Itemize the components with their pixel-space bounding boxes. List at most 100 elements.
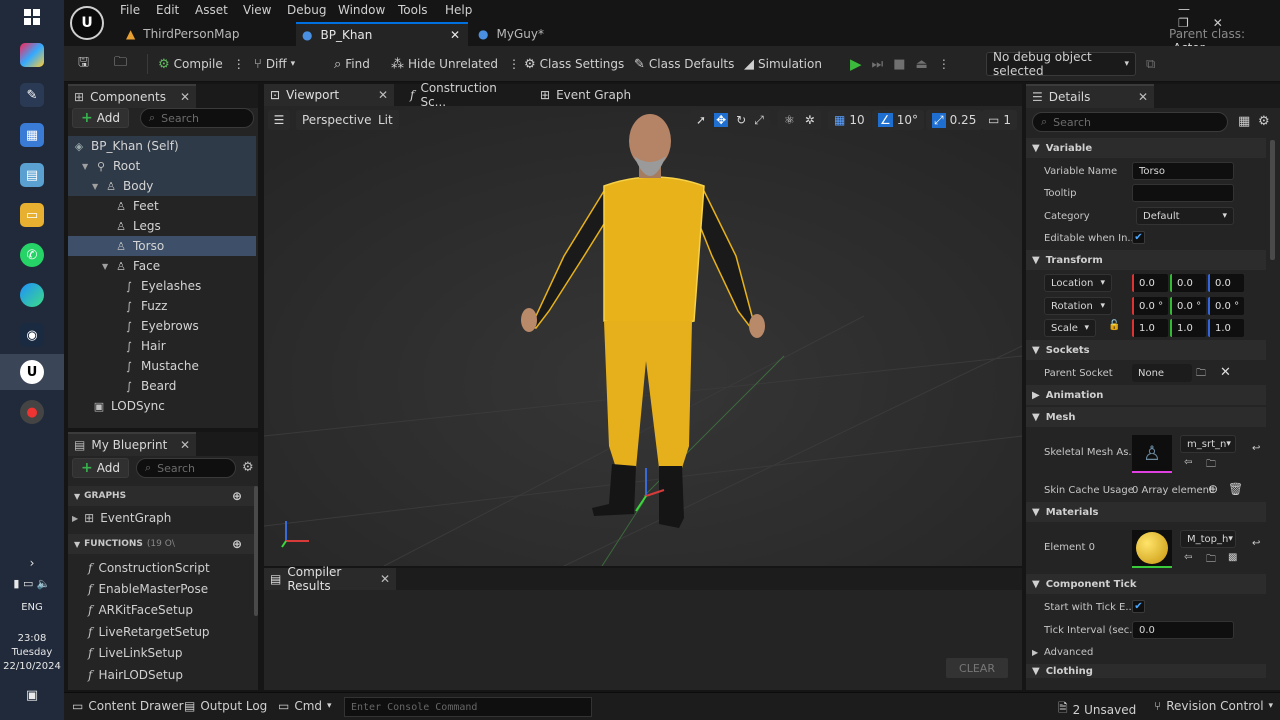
browse-socket-icon[interactable]: 🗀 bbox=[1196, 366, 1206, 383]
move-tool-icon[interactable]: ✥ bbox=[714, 113, 729, 127]
calculator-icon[interactable]: ▦ bbox=[20, 123, 44, 147]
location-y[interactable]: 0.0 bbox=[1170, 274, 1206, 292]
category-sockets[interactable]: ▼ Sockets bbox=[1026, 340, 1266, 360]
tree-item-body[interactable]: ▼ ♙ Body bbox=[68, 176, 256, 196]
location-dropdown[interactable]: Location ▾ bbox=[1044, 274, 1112, 292]
material-thumbnail[interactable] bbox=[1132, 530, 1172, 568]
class-settings-button[interactable]: ⚙ Class Settings bbox=[524, 54, 624, 74]
unsaved-button[interactable]: 🗎 2 Unsaved bbox=[1058, 699, 1136, 720]
play-icon[interactable]: ▶ bbox=[850, 55, 862, 73]
revision-control-button[interactable]: ⑂ Revision Control ▾ bbox=[1154, 699, 1273, 713]
lit-button[interactable]: Lit bbox=[372, 110, 399, 130]
paint-icon[interactable]: ✎ bbox=[20, 83, 44, 107]
add-circle-icon[interactable]: ⊕ bbox=[1208, 482, 1218, 496]
close-icon[interactable]: ✕ bbox=[180, 90, 190, 104]
clear-icon[interactable]: ✕ bbox=[1220, 365, 1231, 380]
material-dropdown[interactable]: M_top_h ▾ bbox=[1180, 530, 1236, 548]
hide-unrelated-button[interactable]: ⁂ Hide Unrelated ⋮ bbox=[391, 54, 520, 74]
start-tick-checkbox[interactable]: ✔ bbox=[1132, 600, 1145, 613]
find-button[interactable]: ⌕ Find bbox=[334, 54, 370, 74]
table-view-icon[interactable]: ▦ bbox=[1238, 114, 1250, 129]
rotation-dropdown[interactable]: Rotation ▾ bbox=[1044, 297, 1112, 315]
close-icon[interactable]: ✕ bbox=[450, 28, 460, 42]
language-indicator[interactable]: ENG bbox=[0, 602, 64, 613]
menu-window[interactable]: Window bbox=[338, 3, 385, 17]
show-hidden-icons-chevron[interactable]: › bbox=[0, 556, 64, 570]
lock-icon[interactable]: 🔓 bbox=[1108, 320, 1120, 331]
components-add-button[interactable]: + Add bbox=[72, 108, 129, 128]
components-tab[interactable]: ⊞ Components ✕ bbox=[68, 84, 196, 108]
my-blueprint-tab[interactable]: ▤ My Blueprint ✕ bbox=[68, 432, 196, 456]
menu-edit[interactable]: Edit bbox=[156, 3, 179, 17]
scale-z[interactable]: 1.0 bbox=[1208, 319, 1244, 337]
function-item[interactable]: f ConstructionScript bbox=[88, 558, 210, 578]
tab-viewport[interactable]: ⊡ Viewport ✕ bbox=[264, 84, 394, 106]
add-circle-icon[interactable]: ⊕ bbox=[232, 537, 242, 551]
tree-item-beard[interactable]: ∫ Beard bbox=[68, 376, 256, 396]
functions-section-header[interactable]: ▼ FUNCTIONS (19 O\ ⊕ bbox=[68, 534, 258, 554]
screen-recorder-icon[interactable]: ● bbox=[20, 400, 44, 424]
notifications-icon[interactable]: ▣ bbox=[0, 688, 64, 703]
tree-item-self[interactable]: ◈ BP_Khan (Self) bbox=[68, 136, 256, 156]
rotation-x[interactable]: 0.0 ° bbox=[1132, 297, 1168, 315]
window-controls[interactable]: —❐✕ bbox=[1178, 2, 1280, 30]
unreal-logo-icon[interactable]: U bbox=[70, 6, 104, 40]
browse-icon[interactable]: 🗀 bbox=[1206, 457, 1216, 474]
rotation-snap-button[interactable]: ∠ 10° bbox=[872, 110, 925, 130]
gear-icon[interactable]: ⚙ bbox=[1258, 114, 1270, 129]
scale-y[interactable]: 1.0 bbox=[1170, 319, 1206, 337]
category-animation[interactable]: ▶ Animation bbox=[1026, 385, 1266, 405]
menu-help[interactable]: Help bbox=[445, 3, 472, 17]
reset-arrow-icon[interactable]: ↩ bbox=[1252, 443, 1260, 454]
save-button[interactable]: 🖫 bbox=[78, 54, 89, 74]
function-item[interactable]: f ARKitFaceSetup bbox=[88, 600, 193, 620]
reset-arrow-icon[interactable]: ↩ bbox=[1252, 538, 1260, 549]
console-input[interactable]: Enter Console Command bbox=[344, 697, 592, 717]
details-scrollbar[interactable] bbox=[1270, 140, 1275, 260]
more-options-icon[interactable]: ⋮ bbox=[938, 57, 950, 71]
use-selected-icon[interactable]: ⇦ bbox=[1184, 457, 1192, 468]
viewport[interactable]: ☰ Perspective Lit ➚ ✥ ↻ ⤢ ⚛ ✲ ▦ 10 ∠ 10°… bbox=[264, 106, 1022, 566]
editable-checkbox[interactable]: ✔ bbox=[1132, 231, 1145, 244]
stop-icon[interactable]: ■ bbox=[893, 57, 905, 72]
tree-item-mustache[interactable]: ∫ Mustache bbox=[68, 356, 256, 376]
unreal-engine-icon[interactable]: U bbox=[20, 360, 44, 384]
cmd-dropdown[interactable]: ▭ Cmd ▾ bbox=[278, 699, 332, 713]
notepad-icon[interactable]: ▤ bbox=[20, 163, 44, 187]
close-icon[interactable]: ✕ bbox=[1138, 90, 1148, 104]
tab-construction-script[interactable]: f Construction Sc... bbox=[404, 81, 524, 109]
perspective-button[interactable]: Perspective bbox=[296, 110, 378, 130]
camera-speed-button[interactable]: ▭ 1 bbox=[982, 110, 1017, 130]
tree-item-legs[interactable]: ♙ Legs bbox=[68, 216, 256, 236]
menu-file[interactable]: File bbox=[120, 3, 140, 17]
tab-event-graph[interactable]: ⊞ Event Graph bbox=[534, 84, 644, 106]
close-icon[interactable]: ✕ bbox=[380, 572, 390, 586]
clock-time[interactable]: 23:08 bbox=[0, 633, 64, 644]
graphs-section-header[interactable]: ▼ GRAPHS ⊕ bbox=[68, 486, 258, 506]
output-log-button[interactable]: ▤ Output Log bbox=[184, 699, 267, 713]
mesh-thumbnail[interactable]: ♙ bbox=[1132, 435, 1172, 473]
location-x[interactable]: 0.0 bbox=[1132, 274, 1168, 292]
variable-name-input[interactable]: Torso bbox=[1132, 162, 1234, 180]
tree-item-lodsync[interactable]: ▣ LODSync bbox=[68, 396, 256, 416]
windows-start-icon[interactable] bbox=[20, 5, 44, 29]
surface-snap-icon[interactable]: ✲ bbox=[805, 113, 815, 127]
details-search-input[interactable]: ⌕ Search bbox=[1032, 112, 1228, 132]
location-z[interactable]: 0.0 bbox=[1208, 274, 1244, 292]
tab-thirdpersonmap[interactable]: ▲ ThirdPersonMap bbox=[120, 22, 292, 46]
expand-arrow-icon[interactable]: ▶ bbox=[72, 514, 78, 523]
tree-item-root[interactable]: ▼ ⚲ Root bbox=[68, 156, 256, 176]
tree-item-eyelashes[interactable]: ∫ Eyelashes bbox=[68, 276, 256, 296]
file-explorer-icon[interactable]: ▭ bbox=[20, 203, 44, 227]
world-local-icon[interactable]: ⚛ bbox=[784, 113, 795, 127]
grid-snap-button[interactable]: ▦ 10 bbox=[828, 110, 871, 130]
category-transform[interactable]: ▼ Transform bbox=[1026, 250, 1266, 270]
row-advanced[interactable]: ▶ Advanced bbox=[1026, 641, 1266, 663]
scrollbar[interactable] bbox=[254, 486, 258, 616]
category-component-tick[interactable]: ▼ Component Tick bbox=[1026, 574, 1266, 594]
tab-bp-khan[interactable]: ● BP_Khan ✕ bbox=[296, 22, 468, 46]
checker-icon[interactable]: ▩ bbox=[1228, 552, 1237, 563]
tree-item-face[interactable]: ▼ ♙ Face bbox=[68, 256, 256, 276]
debug-object-dropdown[interactable]: No debug object selected ▾ bbox=[986, 50, 1136, 78]
close-icon[interactable]: ✕ bbox=[180, 438, 190, 452]
